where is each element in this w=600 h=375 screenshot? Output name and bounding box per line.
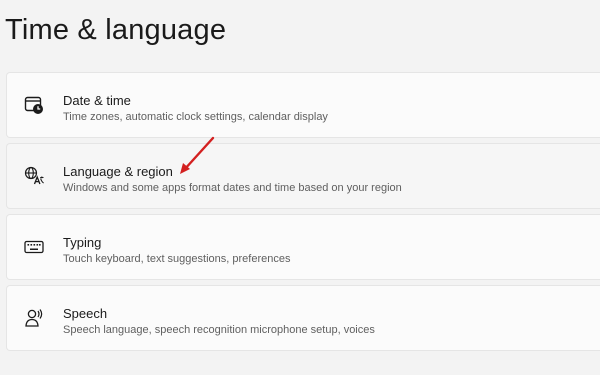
settings-item-description: Speech language, speech recognition micr… [63, 324, 375, 336]
speech-person-icon [23, 307, 45, 329]
settings-item-label: Language & region [63, 164, 173, 179]
settings-item-date-time[interactable]: Date & time Time zones, automatic clock … [6, 72, 600, 138]
settings-item-speech[interactable]: Speech Speech language, speech recogniti… [6, 285, 600, 351]
calendar-clock-icon [23, 94, 45, 116]
settings-item-description: Windows and some apps format dates and t… [63, 182, 402, 194]
language-globe-icon [23, 165, 45, 187]
settings-item-typing[interactable]: Typing Touch keyboard, text suggestions,… [6, 214, 600, 280]
settings-item-description: Touch keyboard, text suggestions, prefer… [63, 253, 291, 265]
page-title: Time & language [5, 14, 227, 46]
keyboard-icon [23, 236, 45, 258]
settings-item-language-region[interactable]: Language & region Windows and some apps … [6, 143, 600, 209]
settings-item-label: Speech [63, 306, 108, 321]
settings-item-label: Date & time [63, 93, 131, 108]
settings-item-label: Typing [63, 235, 102, 250]
settings-item-description: Time zones, automatic clock settings, ca… [63, 111, 328, 123]
